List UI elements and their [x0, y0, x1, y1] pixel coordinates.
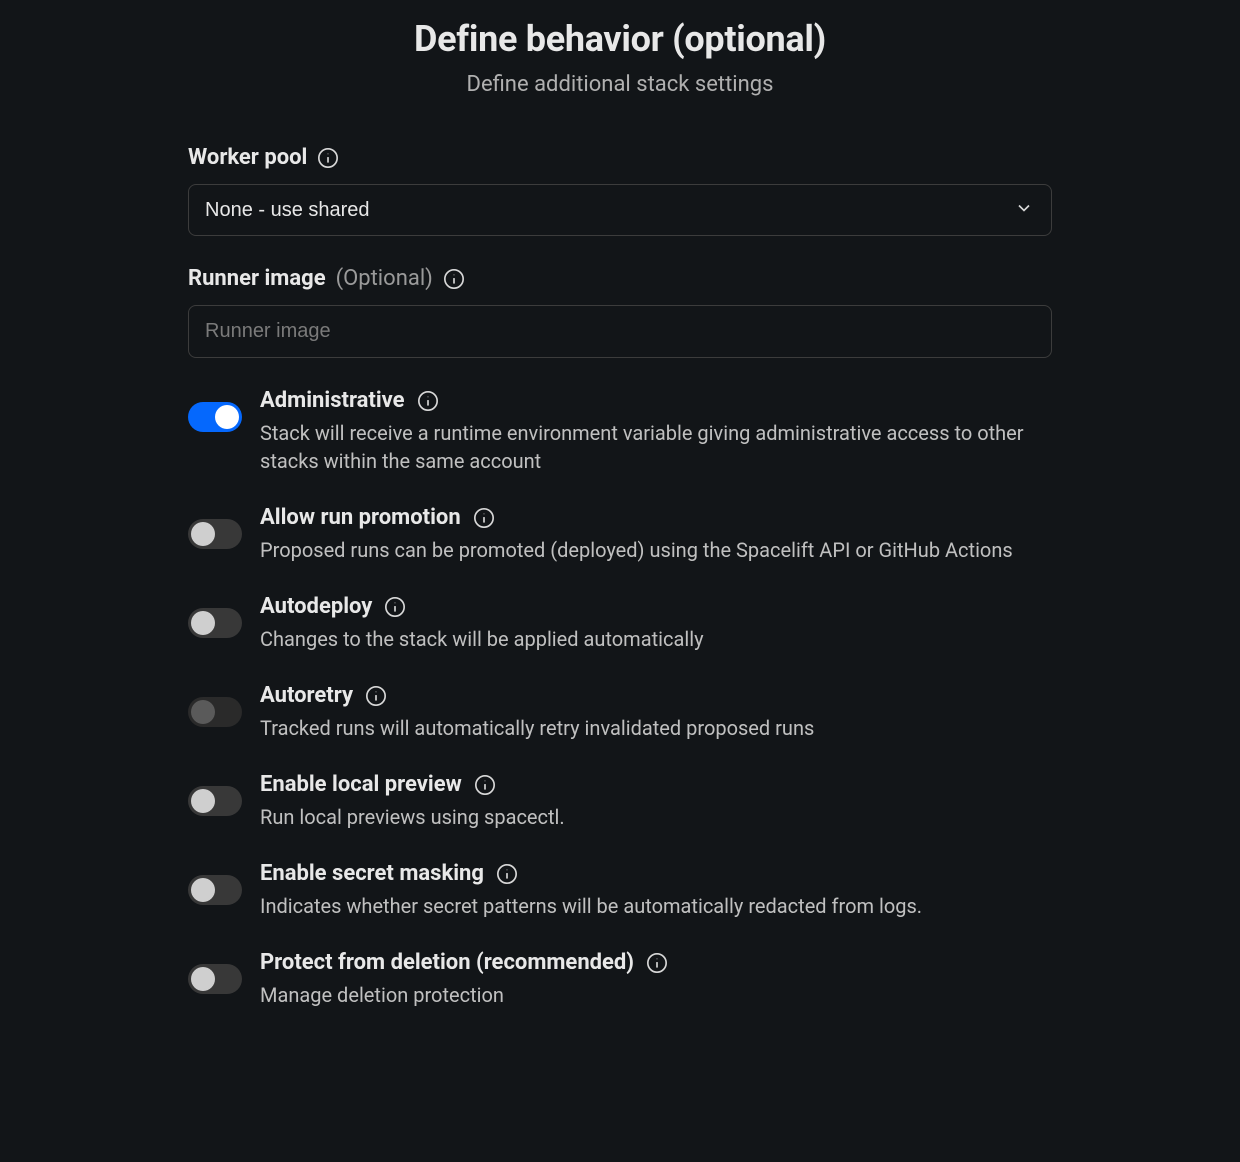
- autoretry-toggle: [188, 697, 242, 727]
- administrative-row: Administrative Stack will receive a runti…: [188, 388, 1052, 475]
- worker-pool-select[interactable]: None - use shared: [188, 184, 1052, 236]
- runner-image-input[interactable]: [188, 305, 1052, 358]
- info-icon[interactable]: [474, 774, 496, 796]
- page-subtitle: Define additional stack settings: [188, 72, 1052, 97]
- protect-from-deletion-toggle[interactable]: [188, 964, 242, 994]
- info-icon[interactable]: [417, 390, 439, 412]
- toggle-knob: [191, 789, 215, 813]
- info-icon[interactable]: [317, 147, 339, 169]
- runner-image-group: Runner image (Optional): [188, 266, 1052, 358]
- toggle-knob: [191, 522, 215, 546]
- info-icon[interactable]: [384, 596, 406, 618]
- allow-run-promotion-title: Allow run promotion: [260, 505, 461, 530]
- info-icon[interactable]: [365, 685, 387, 707]
- protect-from-deletion-desc: Manage deletion protection: [260, 981, 1052, 1009]
- autoretry-title: Autoretry: [260, 683, 353, 708]
- worker-pool-label: Worker pool: [188, 145, 307, 170]
- toggle-knob: [191, 611, 215, 635]
- administrative-title: Administrative: [260, 388, 405, 413]
- enable-local-preview-title: Enable local preview: [260, 772, 462, 797]
- protect-from-deletion-content: Protect from deletion (recommended) Manag…: [260, 950, 1052, 1009]
- enable-secret-masking-row: Enable secret masking Indicates whether s…: [188, 861, 1052, 920]
- enable-local-preview-row: Enable local preview Run local previews u…: [188, 772, 1052, 831]
- autodeploy-desc: Changes to the stack will be applied aut…: [260, 625, 1052, 653]
- autodeploy-row: Autodeploy Changes to the stack will be a…: [188, 594, 1052, 653]
- info-icon[interactable]: [646, 952, 668, 974]
- enable-secret-masking-desc: Indicates whether secret patterns will b…: [260, 892, 1052, 920]
- page-title: Define behavior (optional): [188, 18, 1052, 60]
- enable-secret-masking-toggle[interactable]: [188, 875, 242, 905]
- enable-local-preview-desc: Run local previews using spacectl.: [260, 803, 1052, 831]
- info-icon[interactable]: [473, 507, 495, 529]
- info-icon[interactable]: [443, 268, 465, 290]
- toggle-knob: [215, 405, 239, 429]
- allow-run-promotion-content: Allow run promotion Proposed runs can be …: [260, 505, 1052, 564]
- info-icon[interactable]: [496, 863, 518, 885]
- autoretry-content: Autoretry Tracked runs will automatically…: [260, 683, 1052, 742]
- toggle-knob: [191, 967, 215, 991]
- worker-pool-group: Worker pool None - use shared: [188, 145, 1052, 236]
- allow-run-promotion-toggle[interactable]: [188, 519, 242, 549]
- protect-from-deletion-title: Protect from deletion (recommended): [260, 950, 634, 975]
- toggle-knob: [191, 878, 215, 902]
- allow-run-promotion-row: Allow run promotion Proposed runs can be …: [188, 505, 1052, 564]
- allow-run-promotion-desc: Proposed runs can be promoted (deployed)…: [260, 536, 1052, 564]
- autodeploy-content: Autodeploy Changes to the stack will be a…: [260, 594, 1052, 653]
- autodeploy-toggle[interactable]: [188, 608, 242, 638]
- runner-image-label: Runner image: [188, 266, 326, 291]
- protect-from-deletion-row: Protect from deletion (recommended) Manag…: [188, 950, 1052, 1009]
- toggle-knob: [191, 700, 215, 724]
- administrative-toggle[interactable]: [188, 402, 242, 432]
- enable-secret-masking-content: Enable secret masking Indicates whether s…: [260, 861, 1052, 920]
- enable-local-preview-content: Enable local preview Run local previews u…: [260, 772, 1052, 831]
- enable-local-preview-toggle[interactable]: [188, 786, 242, 816]
- runner-image-optional: (Optional): [336, 266, 433, 291]
- administrative-desc: Stack will receive a runtime environment…: [260, 419, 1052, 475]
- autodeploy-title: Autodeploy: [260, 594, 372, 619]
- autoretry-row: Autoretry Tracked runs will automatically…: [188, 683, 1052, 742]
- autoretry-desc: Tracked runs will automatically retry in…: [260, 714, 1052, 742]
- administrative-content: Administrative Stack will receive a runti…: [260, 388, 1052, 475]
- enable-secret-masking-title: Enable secret masking: [260, 861, 484, 886]
